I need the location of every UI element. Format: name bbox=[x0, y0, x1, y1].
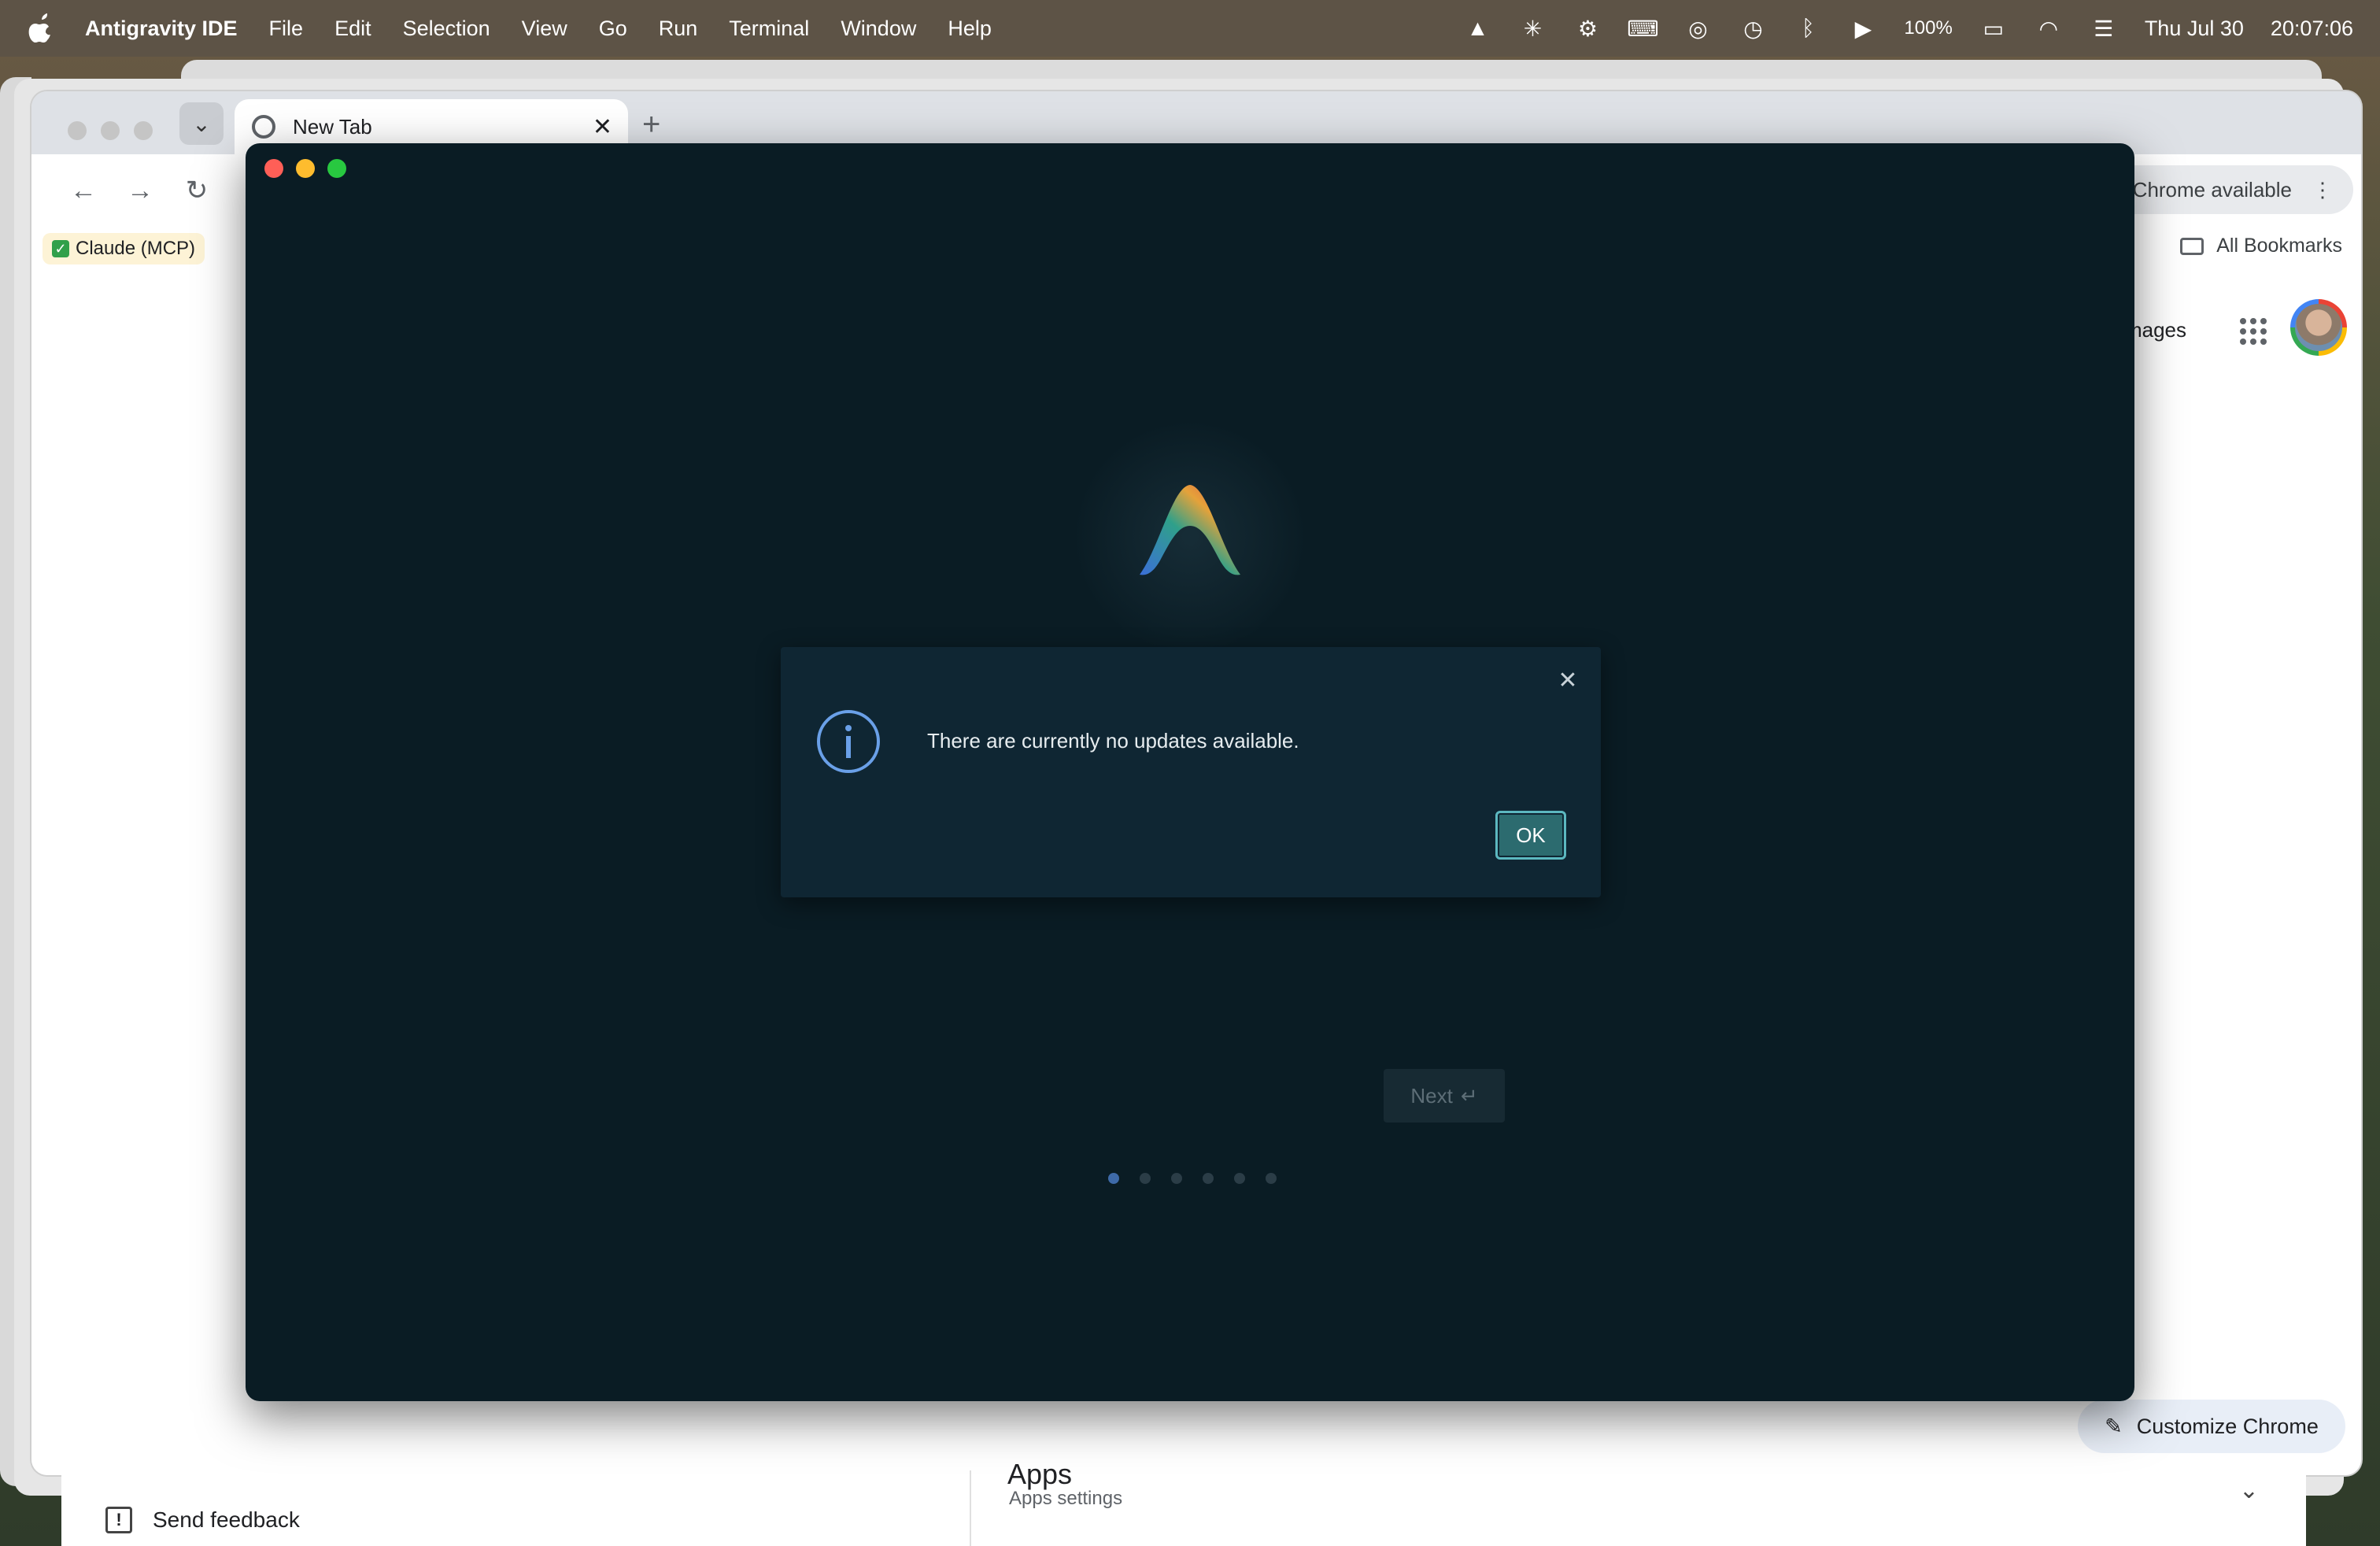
menu-window[interactable]: Window bbox=[841, 17, 916, 41]
checkmark-icon: ✓ bbox=[52, 240, 69, 257]
chatgpt-icon[interactable]: ⚙ bbox=[1573, 14, 1602, 43]
step-dot[interactable] bbox=[1266, 1173, 1277, 1184]
menu-bar: Antigravity IDE File Edit Selection View… bbox=[0, 0, 2380, 57]
menubar-time[interactable]: 20:07:06 bbox=[2271, 17, 2353, 41]
close-window-button[interactable] bbox=[68, 121, 87, 140]
menu-go[interactable]: Go bbox=[599, 17, 627, 41]
avatar-photo bbox=[2295, 304, 2342, 351]
control-center-icon[interactable]: ☰ bbox=[2090, 14, 2118, 43]
app-swirl-icon[interactable]: ◎ bbox=[1683, 14, 1712, 43]
chevron-down-icon[interactable]: ⌄ bbox=[2239, 1477, 2259, 1504]
antigravity-traffic-lights bbox=[264, 159, 346, 178]
send-feedback-label: Send feedback bbox=[153, 1507, 300, 1532]
keyboard-icon[interactable]: ⌨ bbox=[1627, 14, 1658, 43]
vlc-cone-icon[interactable]: ▲ bbox=[1463, 14, 1491, 43]
tab-title: New Tab bbox=[293, 114, 372, 139]
feedback-icon: ! bbox=[105, 1507, 132, 1533]
antigravity-logo-icon bbox=[1140, 485, 1240, 575]
reload-icon[interactable]: ↻ bbox=[178, 172, 216, 209]
chrome-favicon-icon bbox=[252, 115, 275, 139]
dialog-message: There are currently no updates available… bbox=[927, 729, 1299, 753]
step-dot[interactable] bbox=[1234, 1173, 1245, 1184]
pencil-icon: ✎ bbox=[2105, 1414, 2123, 1438]
apple-menu-icon[interactable] bbox=[28, 13, 55, 44]
google-apps-grid-icon[interactable] bbox=[2240, 318, 2267, 345]
next-button[interactable]: Next ↵ bbox=[1384, 1069, 1505, 1123]
close-window-button[interactable] bbox=[264, 159, 283, 178]
step-dot[interactable] bbox=[1140, 1173, 1151, 1184]
update-info-dialog: ✕ There are currently no updates availab… bbox=[781, 647, 1601, 897]
zoom-window-button[interactable] bbox=[134, 121, 153, 140]
minimize-window-button[interactable] bbox=[296, 159, 315, 178]
info-icon bbox=[817, 710, 880, 773]
antigravity-window: Next ↵ ✕ There are currently no updates … bbox=[246, 143, 2134, 1401]
onboarding-step-dots bbox=[1108, 1173, 1277, 1184]
close-tab-icon[interactable]: ✕ bbox=[593, 113, 612, 141]
bookmark-label: Claude (MCP) bbox=[76, 238, 196, 259]
claude-spark-icon[interactable]: ✳ bbox=[1518, 14, 1547, 43]
all-bookmarks-label: All Bookmarks bbox=[2216, 235, 2342, 257]
menu-edit[interactable]: Edit bbox=[334, 17, 371, 41]
settings-window-strip: ! Send feedback Apps Apps settings ⌄ bbox=[61, 1458, 2306, 1546]
step-dot[interactable] bbox=[1203, 1173, 1214, 1184]
app-name-menu[interactable]: Antigravity IDE bbox=[85, 17, 238, 41]
menu-run[interactable]: Run bbox=[659, 17, 698, 41]
chrome-traffic-lights bbox=[68, 121, 153, 140]
zoom-window-button[interactable] bbox=[327, 159, 346, 178]
next-label: Next bbox=[1410, 1083, 1453, 1108]
return-key-icon: ↵ bbox=[1460, 1083, 1478, 1108]
menu-view[interactable]: View bbox=[522, 17, 567, 41]
menu-file[interactable]: File bbox=[269, 17, 304, 41]
wifi-icon[interactable]: ◠ bbox=[2034, 14, 2063, 43]
battery-percent: 100% bbox=[1904, 17, 1953, 39]
forward-arrow-icon[interactable]: → bbox=[121, 172, 159, 209]
battery-icon[interactable]: ▭ bbox=[1979, 14, 2008, 43]
menu-help[interactable]: Help bbox=[948, 17, 992, 41]
close-dialog-icon[interactable]: ✕ bbox=[1552, 664, 1584, 696]
time-machine-icon[interactable]: ◷ bbox=[1739, 14, 1767, 43]
customize-chrome-label: Customize Chrome bbox=[2136, 1414, 2319, 1438]
chevron-down-icon: ⌄ bbox=[192, 111, 211, 136]
minimize-window-button[interactable] bbox=[101, 121, 120, 140]
ok-button[interactable]: OK bbox=[1495, 811, 1566, 860]
back-arrow-icon[interactable]: ← bbox=[65, 172, 102, 209]
profile-avatar[interactable] bbox=[2290, 299, 2347, 356]
step-dot[interactable] bbox=[1171, 1173, 1182, 1184]
new-tab-plus-icon[interactable]: + bbox=[642, 107, 660, 142]
customize-chrome-button[interactable]: ✎ Customize Chrome bbox=[2078, 1400, 2345, 1453]
bookmark-claude-mcp[interactable]: ✓ Claude (MCP) bbox=[42, 233, 205, 264]
play-circle-icon[interactable]: ▶ bbox=[1849, 14, 1877, 43]
send-feedback-item[interactable]: ! Send feedback bbox=[105, 1507, 300, 1533]
divider bbox=[970, 1470, 971, 1546]
folder-icon bbox=[2180, 237, 2204, 255]
tab-search-button[interactable]: ⌄ bbox=[179, 102, 224, 145]
all-bookmarks-button[interactable]: All Bookmarks bbox=[2180, 235, 2342, 257]
apps-section-title: Apps bbox=[1007, 1458, 1073, 1490]
step-dot-active[interactable] bbox=[1108, 1173, 1119, 1184]
bluetooth-icon[interactable]: ᛒ bbox=[1794, 14, 1822, 43]
menu-selection[interactable]: Selection bbox=[403, 17, 490, 41]
apps-section-subtitle: Apps settings bbox=[1009, 1488, 1123, 1509]
kebab-menu-icon[interactable]: ⋮ bbox=[2312, 178, 2333, 202]
menubar-date[interactable]: Thu Jul 30 bbox=[2145, 17, 2244, 41]
menu-terminal[interactable]: Terminal bbox=[729, 17, 809, 41]
